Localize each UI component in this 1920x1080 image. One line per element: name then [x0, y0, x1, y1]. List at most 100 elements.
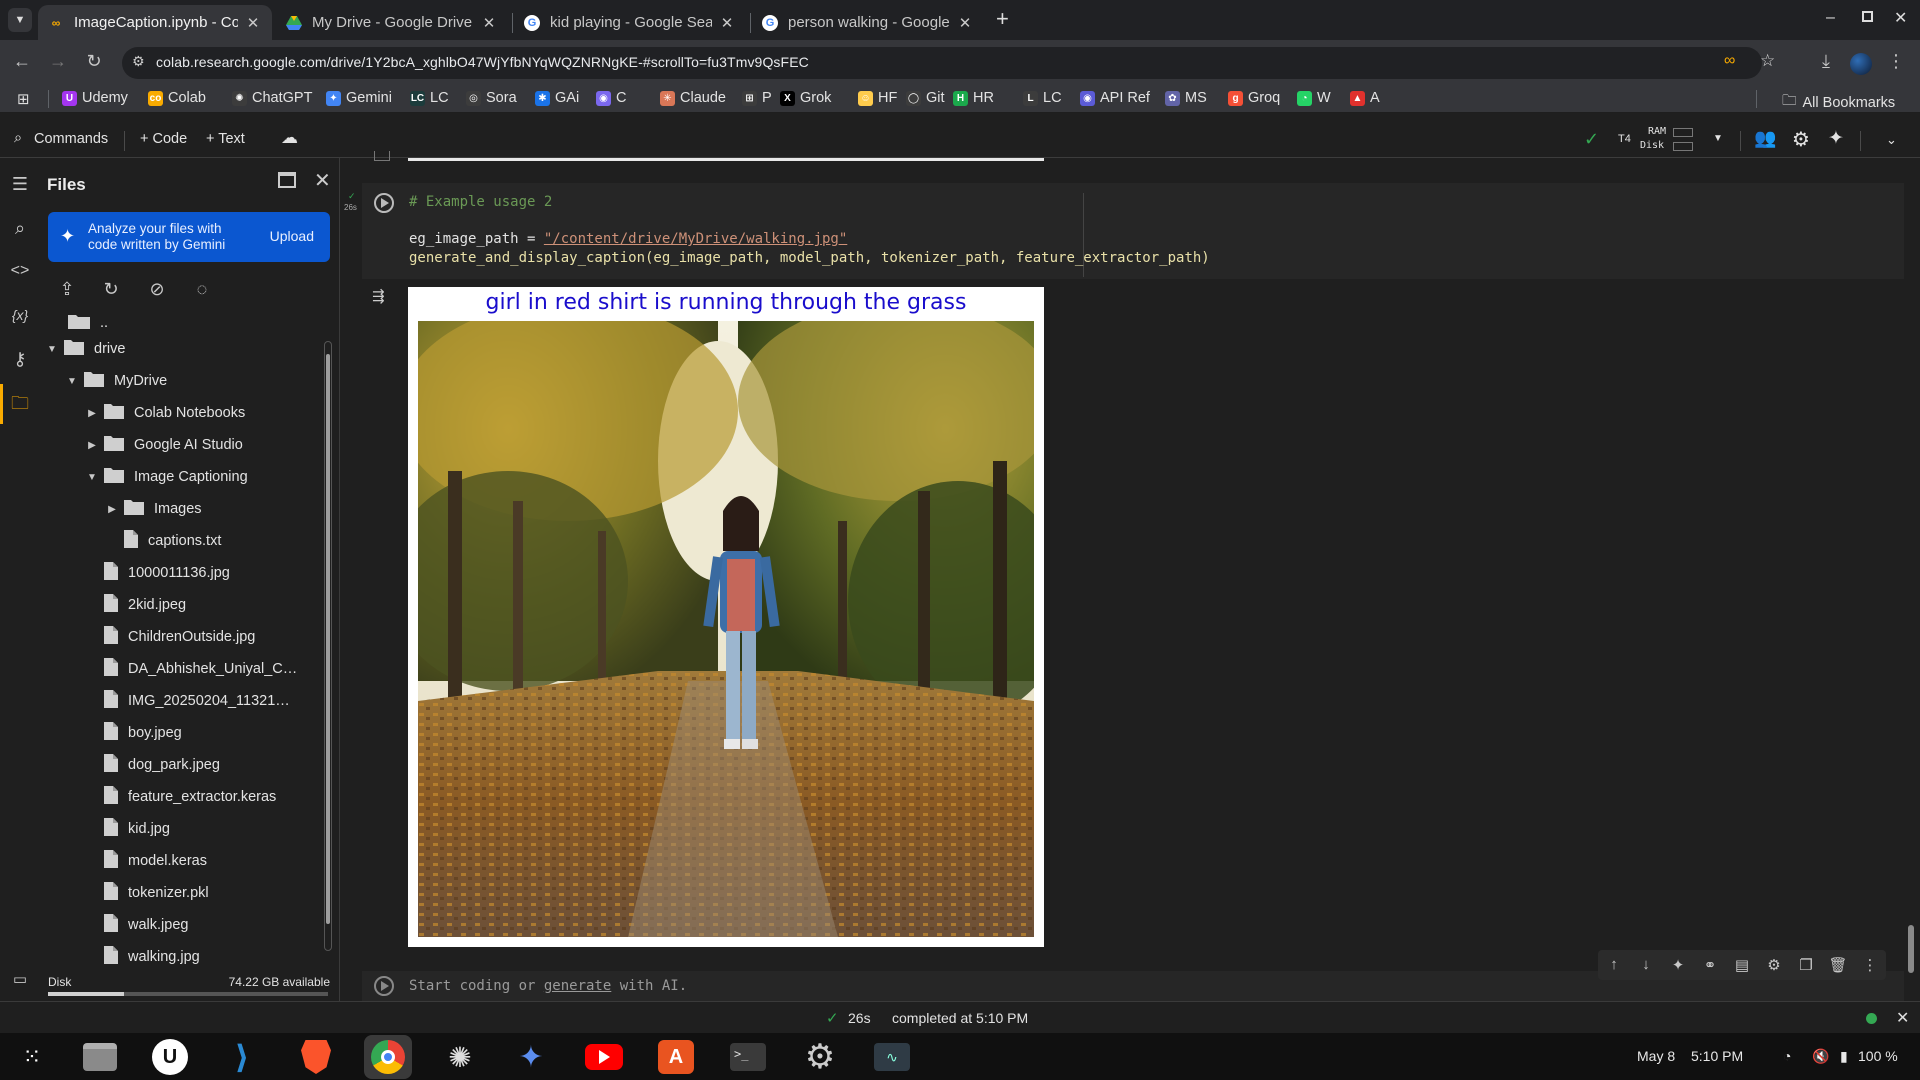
browser-tab-kid-playing[interactable]: G kid playing - Google Sear ✕	[514, 5, 746, 40]
code-cell[interactable]: ✓ 26s # Example usage 2 eg_image_path = …	[344, 183, 1904, 279]
bookmark-lc[interactable]: L LC	[1023, 90, 1062, 106]
folder-row[interactable]: ▼ drive	[44, 336, 125, 362]
chrome-icon[interactable]	[364, 1035, 412, 1079]
address-bar[interactable]: ⚙ colab.research.google.com/drive/1Y2bcA…	[122, 47, 1775, 79]
cell-settings-icon[interactable]: ⚙	[1764, 956, 1784, 974]
bookmark-w[interactable]: ◔ W	[1297, 90, 1331, 106]
file-row[interactable]: IMG_20250204_11321…	[84, 688, 290, 714]
bookmark-udemy[interactable]: U Udemy	[62, 90, 128, 106]
browser-tab-person-walking[interactable]: G person walking - Google ✕	[752, 5, 984, 40]
open-in-tab-icon[interactable]	[278, 172, 296, 188]
bookmark-a[interactable]: ▲ A	[1350, 90, 1380, 106]
restore-icon[interactable]	[1862, 11, 1873, 22]
app-store-icon[interactable]: A	[656, 1037, 696, 1077]
folder-row[interactable]: ▶ Colab Notebooks	[84, 400, 245, 426]
back-icon[interactable]: ←	[8, 51, 36, 72]
browser-tab-colab[interactable]: ∞ ImageCaption.ipynb - Co ✕	[38, 5, 272, 40]
file-row[interactable]: 1000011136.jpg	[84, 560, 230, 586]
reload-icon[interactable]: ↻	[80, 51, 108, 72]
share-people-icon[interactable]: 👥	[1754, 128, 1776, 149]
folder-row[interactable]: ▼ MyDrive	[64, 368, 167, 394]
move-up-icon[interactable]: ↑	[1604, 956, 1624, 973]
settings-gear-icon[interactable]: ⚙	[1792, 127, 1810, 152]
apps-grid-icon[interactable]: ⊞	[17, 90, 30, 108]
wifi-icon[interactable]: ◔	[1783, 1048, 1791, 1064]
close-tab-icon[interactable]: ✕	[718, 14, 736, 32]
bookmark-chatgpt[interactable]: ✺ ChatGPT	[232, 90, 312, 106]
gemini-sparkle-icon[interactable]: ✦	[1828, 127, 1844, 150]
variables-icon[interactable]: {x}	[8, 303, 32, 327]
bookmark-hr[interactable]: H HR	[953, 90, 994, 106]
tab-search-chevron-icon[interactable]: ▼	[8, 8, 32, 32]
file-row[interactable]: boy.jpeg	[84, 720, 182, 746]
bookmark-p[interactable]: ⊞ P	[742, 90, 772, 106]
bookmark-api-ref[interactable]: ◉ API Ref	[1080, 90, 1150, 106]
comment-icon[interactable]: ▤	[1732, 956, 1752, 974]
collapse-header-chevron-icon[interactable]: ⌄	[1886, 132, 1897, 148]
parent-directory-row[interactable]: ..	[68, 310, 108, 336]
find-replace-icon[interactable]: ⌕	[8, 216, 32, 240]
bookmark-git[interactable]: ◯ Git	[906, 90, 945, 106]
file-row[interactable]: captions.txt	[104, 528, 221, 554]
volume-muted-icon[interactable]: 🔇	[1812, 1048, 1829, 1065]
bookmark-claude[interactable]: ✳ Claude	[660, 90, 726, 106]
close-panel-icon[interactable]: ✕	[314, 168, 331, 193]
file-row[interactable]: walk.jpeg	[84, 912, 188, 938]
file-row[interactable]: dog_park.jpeg	[84, 752, 220, 778]
table-of-contents-icon[interactable]: ☰	[8, 172, 32, 196]
upload-button[interactable]: Upload	[270, 228, 314, 244]
file-row[interactable]: model.keras	[84, 848, 207, 874]
bookmark-groq[interactable]: g Groq	[1228, 90, 1280, 106]
bookmark-colab[interactable]: co Colab	[148, 90, 206, 106]
code-snippets-icon[interactable]: <>	[8, 259, 32, 283]
file-row[interactable]: walking.jpg	[84, 944, 200, 970]
files-folder-icon[interactable]: 🗀	[8, 391, 32, 415]
hide-hidden-files-icon[interactable]: ◌	[189, 276, 215, 302]
move-down-icon[interactable]: ↓	[1636, 956, 1656, 973]
caret-down-icon[interactable]: ▼	[44, 344, 60, 355]
bookmark-gemini[interactable]: ✦ Gemini	[326, 90, 392, 106]
files-scrollbar[interactable]	[324, 341, 332, 951]
run-cell-button[interactable]	[374, 976, 394, 996]
refresh-icon[interactable]: ↻	[98, 276, 124, 302]
bookmark-grok[interactable]: X Grok	[780, 90, 831, 106]
folder-row[interactable]: ▶ Google AI Studio	[84, 432, 243, 458]
folder-row[interactable]: ▶ Images	[104, 496, 202, 522]
file-row[interactable]: tokenizer.pkl	[84, 880, 209, 906]
mirror-cell-icon[interactable]: ❐	[1796, 956, 1816, 974]
battery-icon[interactable]: ▮	[1840, 1048, 1848, 1065]
forward-icon[interactable]: →	[44, 51, 72, 72]
gemini-app-icon[interactable]: ✦	[511, 1037, 551, 1077]
bookmark-hf[interactable]: ☺ HF	[858, 90, 897, 106]
gemini-sparkle-icon[interactable]: ✦	[1668, 956, 1688, 974]
download-icon[interactable]: ⤓	[1812, 51, 1840, 72]
caret-right-icon[interactable]: ▶	[84, 440, 100, 451]
app-launcher-grid-icon[interactable]: ⁙	[12, 1037, 52, 1077]
close-window-icon[interactable]: ✕	[1894, 8, 1907, 28]
caret-right-icon[interactable]: ▶	[84, 408, 100, 419]
system-monitor-icon[interactable]: ∿	[872, 1037, 912, 1077]
terminal-icon[interactable]: ▭	[8, 968, 32, 992]
bookmark-sora[interactable]: ◎ Sora	[466, 90, 517, 106]
notebook-scrollbar[interactable]	[1908, 925, 1914, 973]
chatgpt-app-icon[interactable]: ✺	[440, 1037, 480, 1077]
clock-time[interactable]: 5:10 PM	[1691, 1048, 1743, 1064]
upload-file-icon[interactable]: ⇪	[54, 276, 80, 302]
caret-down-icon[interactable]: ▼	[64, 376, 80, 387]
close-status-icon[interactable]: ✕	[1896, 1008, 1909, 1028]
file-row[interactable]: feature_extractor.keras	[84, 784, 276, 810]
runtime-dropdown-icon[interactable]: ▼	[1713, 133, 1723, 144]
unmount-drive-icon[interactable]: ⊘	[144, 276, 170, 302]
close-tab-icon[interactable]: ✕	[244, 14, 262, 32]
site-info-icon[interactable]: ⚙	[132, 53, 145, 70]
udemy-app-icon[interactable]: U	[150, 1037, 190, 1077]
files-app-icon[interactable]	[80, 1037, 120, 1077]
bookmark-star-icon[interactable]: ☆	[1760, 51, 1775, 71]
bookmark-c[interactable]: ◉ C	[596, 90, 626, 106]
generate-link[interactable]: generate	[544, 978, 611, 994]
new-tab-button[interactable]: +	[996, 6, 1009, 32]
close-tab-icon[interactable]: ✕	[480, 14, 498, 32]
more-options-icon[interactable]: ⋮	[1860, 956, 1880, 974]
all-bookmarks-button[interactable]: 🗀 All Bookmarks	[1782, 90, 1895, 115]
settings-app-icon[interactable]: ⚙	[800, 1037, 840, 1077]
